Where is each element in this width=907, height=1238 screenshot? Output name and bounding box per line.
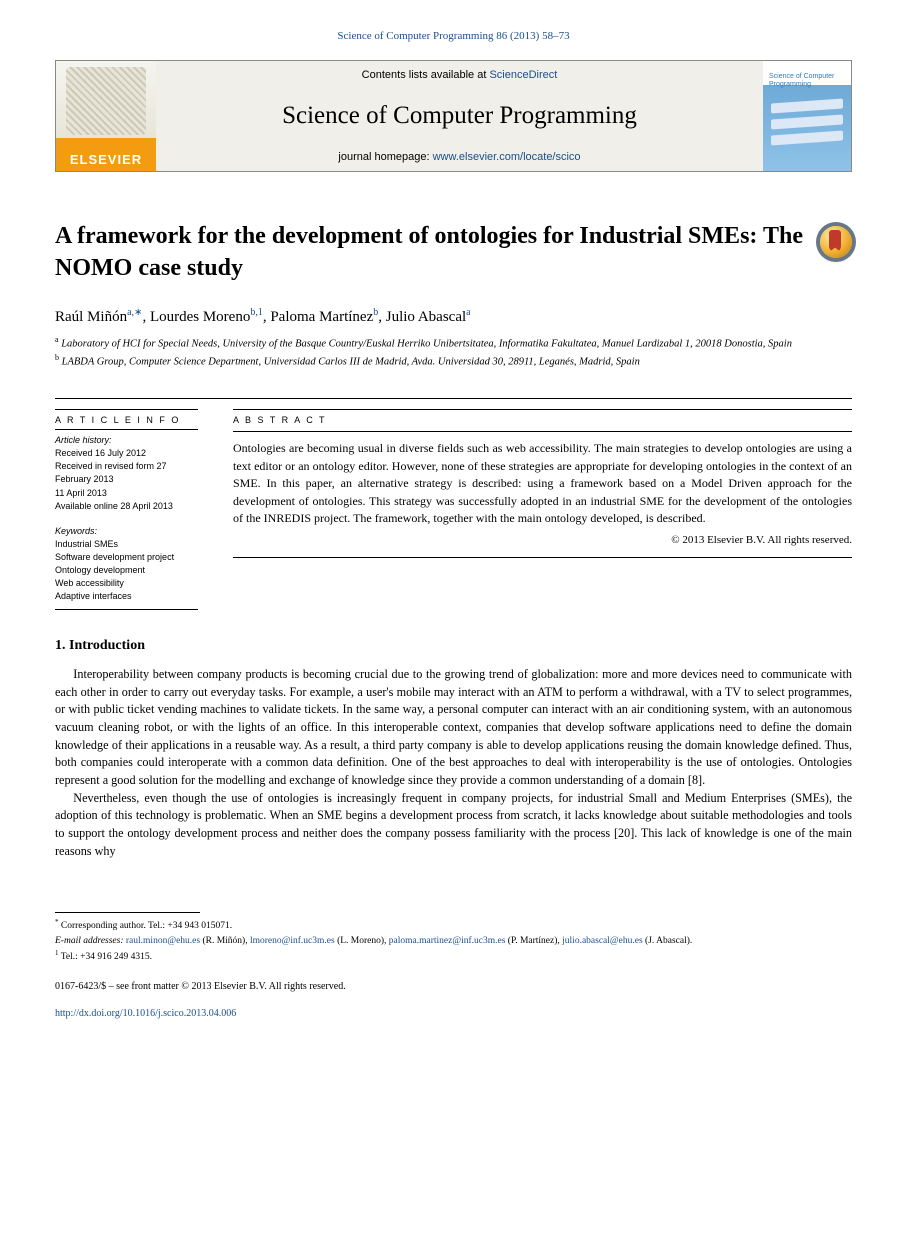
divider: [233, 409, 852, 410]
sciencedirect-link[interactable]: ScienceDirect: [489, 69, 557, 81]
affiliation-label: b: [55, 353, 59, 362]
paragraph: Interoperability between company product…: [55, 666, 852, 790]
affiliations: a Laboratory of HCI for Special Needs, U…: [55, 334, 852, 371]
article-title: A framework for the development of ontol…: [55, 220, 805, 285]
paragraph: Nevertheless, even though the use of ont…: [55, 790, 852, 861]
footnote-rule: [55, 912, 200, 913]
citation-header: Science of Computer Programming 86 (2013…: [55, 30, 852, 42]
contents-prefix: Contents lists available at: [362, 69, 490, 81]
affiliation-text: Laboratory of HCI for Special Needs, Uni…: [61, 338, 792, 349]
author-email-link[interactable]: julio.abascal@ehu.es: [562, 936, 643, 946]
author-aff-link[interactable]: a,: [127, 307, 134, 318]
abstract-text: Ontologies are becoming usual in diverse…: [233, 440, 852, 527]
doi-link[interactable]: http://dx.doi.org/10.1016/j.scico.2013.0…: [55, 1008, 236, 1019]
author: Julio Abascala: [386, 309, 471, 325]
author-email-link[interactable]: lmoreno@inf.uc3m.es: [250, 936, 335, 946]
footnote-marker: *: [55, 918, 59, 926]
journal-header-mid: Contents lists available at ScienceDirec…: [156, 61, 763, 171]
keyword: Web accessibility: [55, 577, 205, 590]
doi-line: http://dx.doi.org/10.1016/j.scico.2013.0…: [55, 1008, 852, 1019]
divider: [55, 429, 198, 430]
author-sep: ,: [142, 309, 150, 325]
contents-line: Contents lists available at ScienceDirec…: [156, 69, 763, 81]
history-available: Available online 28 April 2013: [55, 500, 205, 513]
footnote-phone: 1 Tel.: +34 916 249 4315.: [55, 948, 852, 964]
homepage-prefix: journal homepage:: [338, 151, 432, 163]
author-aff-link[interactable]: a: [466, 307, 470, 318]
abstract-block: A B S T R A C T Ontologies are becoming …: [233, 409, 852, 614]
author-email-link[interactable]: raul.minon@ehu.es: [126, 936, 200, 946]
cover-decoration: [771, 130, 843, 145]
abstract-head: A B S T R A C T: [233, 414, 852, 427]
footnote-text: Corresponding author. Tel.: +34 943 0150…: [61, 922, 232, 932]
author: Lourdes Morenob,1: [150, 309, 263, 325]
keyword: Industrial SMEs: [55, 538, 205, 551]
author-name: Paloma Martínez: [270, 309, 373, 325]
keyword: Adaptive interfaces: [55, 590, 205, 603]
email-line: E-mail addresses: raul.minon@ehu.es (R. …: [55, 934, 852, 948]
cover-title-text: Science of Computer Programming: [769, 73, 847, 88]
journal-header-box: ELSEVIER Contents lists available at Sci…: [55, 60, 852, 172]
article-info-block: A R T I C L E I N F O Article history: R…: [55, 409, 205, 614]
emails-label: E-mail addresses:: [55, 936, 124, 946]
history-received: Received 16 July 2012: [55, 447, 205, 460]
email-who: (R. Miñón): [202, 936, 245, 946]
keyword: Software development project: [55, 551, 205, 564]
history-revised: Received in revised form 27 February 201…: [55, 460, 205, 486]
email-who: (J. Abascal): [645, 936, 690, 946]
body-text: Interoperability between company product…: [55, 666, 852, 861]
author-email-link[interactable]: paloma.martinez@inf.uc3m.es: [389, 936, 506, 946]
history-accepted: 11 April 2013: [55, 487, 205, 500]
footnote-text: Tel.: +34 916 249 4315.: [61, 952, 152, 962]
abstract-copyright: © 2013 Elsevier B.V. All rights reserved…: [233, 533, 852, 549]
author-name: Raúl Miñón: [55, 309, 127, 325]
affiliation-label: a: [55, 335, 59, 344]
divider: [233, 431, 852, 432]
affiliation: b LABDA Group, Computer Science Departme…: [55, 352, 852, 370]
author: Paloma Martínezb: [270, 309, 378, 325]
crossmark-icon[interactable]: [820, 226, 852, 258]
author-aff-link[interactable]: b,: [250, 307, 258, 318]
elsevier-logo: ELSEVIER: [56, 61, 156, 171]
email-who: (P. Martínez): [508, 936, 558, 946]
elsevier-logo-text: ELSEVIER: [56, 148, 156, 171]
affiliation-text: LABDA Group, Computer Science Department…: [62, 357, 640, 368]
keywords-head: Keywords:: [55, 525, 205, 538]
divider: [55, 398, 852, 399]
issn-line: 0167-6423/$ – see front matter © 2013 El…: [55, 981, 852, 992]
cover-decoration: [771, 98, 843, 113]
author: Raúl Miñóna,∗: [55, 309, 142, 325]
authors-line: Raúl Miñóna,∗, Lourdes Morenob,1, Paloma…: [55, 307, 852, 326]
author-name: Julio Abascal: [386, 309, 466, 325]
article-info-head: A R T I C L E I N F O: [55, 414, 205, 427]
affiliation: a Laboratory of HCI for Special Needs, U…: [55, 334, 852, 352]
footnotes-block: * Corresponding author. Tel.: +34 943 01…: [55, 917, 852, 964]
divider: [55, 609, 198, 610]
divider: [233, 557, 852, 558]
divider: [55, 409, 198, 410]
homepage-line: journal homepage: www.elsevier.com/locat…: [156, 151, 763, 163]
footnote-marker: 1: [55, 949, 59, 957]
author-name: Lourdes Moreno: [150, 309, 250, 325]
homepage-link[interactable]: www.elsevier.com/locate/scico: [433, 151, 581, 163]
elsevier-tree-icon: [66, 67, 146, 135]
corresponding-author-note: * Corresponding author. Tel.: +34 943 01…: [55, 917, 852, 933]
author-sep: ,: [378, 309, 386, 325]
keyword: Ontology development: [55, 564, 205, 577]
email-who: (L. Moreno): [337, 936, 384, 946]
journal-cover-thumbnail: Science of Computer Programming: [763, 61, 851, 171]
section-heading: 1. Introduction: [55, 638, 852, 654]
journal-name: Science of Computer Programming: [156, 102, 763, 130]
cover-decoration: [771, 114, 843, 129]
